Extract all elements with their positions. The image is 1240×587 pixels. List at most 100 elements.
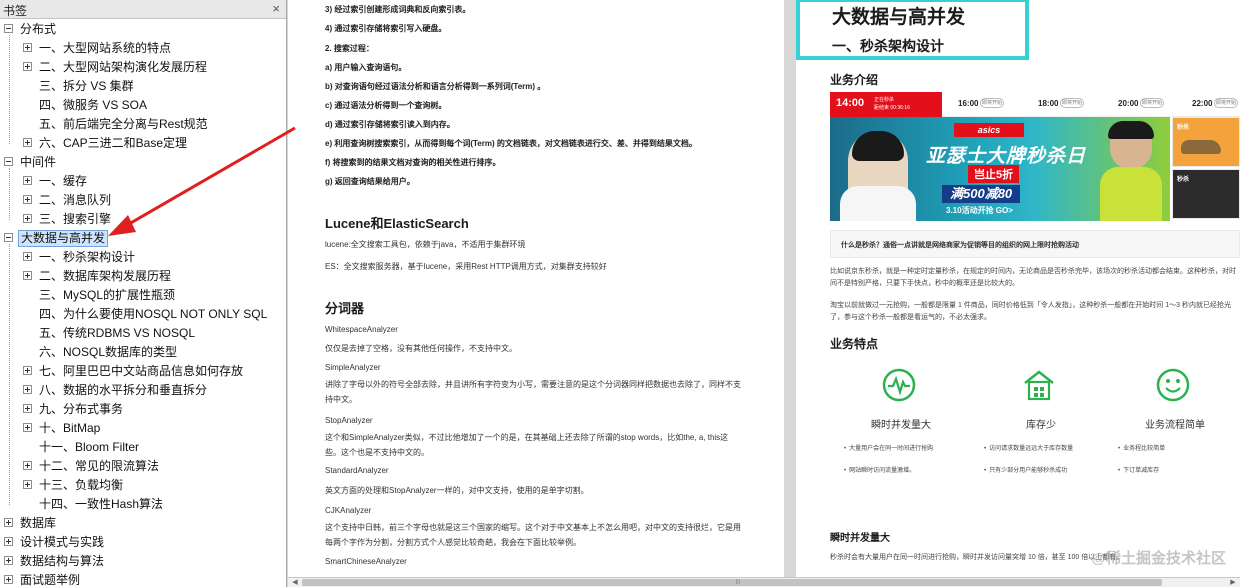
document-viewer[interactable]: 3) 经过索引创建形成词典和反向索引表。 4) 通过索引存储将索引写入硬盘。 2… — [288, 0, 1240, 577]
side-tag: 秒杀 — [1177, 125, 1190, 131]
analyzer-name: StandardAnalyzer — [325, 466, 389, 475]
expand-icon[interactable] — [23, 43, 32, 53]
expand-icon[interactable] — [23, 271, 32, 281]
expand-icon[interactable] — [23, 366, 32, 376]
expand-icon[interactable] — [23, 404, 32, 414]
expand-icon[interactable] — [4, 518, 13, 528]
bookmark-section[interactable]: 大数据与高并发 — [4, 229, 109, 248]
analyzer-name: WhitespaceAnalyzer — [325, 325, 398, 334]
expand-icon[interactable] — [4, 556, 13, 566]
bookmark-label: 数据结构与算法 — [20, 554, 105, 568]
biz-intro-heading: 业务介绍 — [830, 73, 879, 87]
bookmark-item[interactable]: 二、大型网站架构演化发展历程 — [23, 58, 209, 77]
bookmark-section[interactable]: 设计模式与实践 — [4, 533, 106, 552]
expand-icon[interactable] — [23, 214, 32, 224]
active-status: 正在秒杀 — [874, 97, 895, 103]
bookmark-label: 设计模式与实践 — [20, 535, 105, 549]
tree-guide-line — [9, 35, 10, 144]
bookmark-item[interactable]: 五、前后端完全分离与Rest规范 — [23, 115, 210, 134]
intro-paragraph-1: 比如说京东秒杀，就是一种定时定量秒杀，在规定的时间内，无论商品是否秒杀完毕，该场… — [830, 268, 1236, 287]
banner-title: 亚瑟士大牌秒杀日 — [926, 146, 1087, 167]
bookmark-item[interactable]: 三、MySQL的扩展性瓶颈 — [23, 286, 177, 305]
scrollbar-grip-icon: ||| — [736, 579, 740, 585]
side-promo-card: 秒杀 — [1172, 169, 1240, 219]
bookmark-item[interactable]: 十四、一致性Hash算法 — [23, 495, 165, 514]
expand-icon[interactable] — [23, 176, 32, 186]
bookmark-label: 二、大型网站架构演化发展历程 — [39, 60, 208, 74]
bookmark-item[interactable]: 六、CAP三进二和Base定理 — [23, 134, 189, 153]
bookmark-item[interactable]: 一、大型网站系统的特点 — [23, 39, 173, 58]
expand-icon[interactable] — [4, 575, 13, 585]
scroll-right-arrow-icon[interactable]: ▶ — [1228, 578, 1238, 587]
slot-time: 20:00 — [1118, 99, 1139, 108]
bookmark-item[interactable]: 五、传统RDBMS VS NOSQL — [23, 324, 197, 343]
bookmark-item[interactable]: 十三、负载均衡 — [23, 476, 125, 495]
definition-box: 什么是秒杀？通俗一点讲就是网络商家为促销等目的组织的网上限时抢购活动 — [830, 230, 1240, 258]
collapse-icon[interactable] — [4, 24, 13, 34]
bookmark-item[interactable]: 一、秒杀架构设计 — [23, 248, 137, 267]
expand-icon[interactable] — [23, 461, 32, 471]
bookmark-item[interactable]: 二、数据库架构发展历程 — [23, 267, 173, 286]
bookmark-section[interactable]: 数据库 — [4, 514, 58, 533]
bookmark-label: 十四、一致性Hash算法 — [39, 497, 164, 511]
model-image-left — [840, 131, 916, 221]
bookmark-section[interactable]: 面试题举例 — [4, 571, 82, 587]
bookmark-label: 五、前后端完全分离与Rest规范 — [39, 117, 208, 131]
collapse-icon[interactable] — [4, 233, 13, 243]
bookmark-item[interactable]: 三、拆分 VS 集群 — [23, 77, 136, 96]
bookmark-item[interactable]: 一、缓存 — [23, 172, 89, 191]
flash-sale-timebar: 14:00 正在秒杀 距结束 00:36:16 16:00 即将开始 18:00… — [830, 92, 1240, 117]
search-step-f: f) 将搜索到的结果文档对查询的相关性进行排序。 — [325, 158, 501, 167]
expand-icon[interactable] — [23, 62, 32, 72]
pdf-page-left: 3) 经过索引创建形成词典和反向索引表。 4) 通过索引存储将索引写入硬盘。 2… — [288, 0, 784, 577]
expand-icon[interactable] — [23, 423, 32, 433]
page-title: 大数据与高并发 — [832, 7, 966, 28]
bookmark-label: 一、大型网站系统的特点 — [39, 41, 172, 55]
analyzer-name: CJKAnalyzer — [325, 506, 372, 515]
scrollbar-thumb[interactable] — [302, 579, 1162, 586]
pulse-icon — [882, 368, 916, 402]
scroll-left-arrow-icon[interactable]: ◀ — [290, 578, 300, 587]
analyzer-name: SmartChineseAnalyzer — [325, 557, 407, 566]
expand-icon[interactable] — [23, 252, 32, 262]
bookmark-section[interactable]: 数据结构与算法 — [4, 552, 106, 571]
slot-badge: 即将开始 — [1060, 98, 1084, 108]
horizontal-scrollbar[interactable]: ◀ ||| ▶ — [288, 577, 1240, 587]
side-promo-cards: 秒杀 秒杀 — [1172, 117, 1240, 221]
bookmark-label: 六、CAP三进二和Base定理 — [39, 136, 188, 150]
collapse-icon[interactable] — [4, 157, 13, 167]
close-icon[interactable]: × — [272, 1, 280, 16]
slot-time: 22:00 — [1192, 99, 1213, 108]
search-step-c: c) 通过语法分析得到一个查询树。 — [325, 101, 447, 110]
bookmark-item[interactable]: 十一、Bloom Filter — [23, 438, 141, 457]
bookmark-item[interactable]: 四、微服务 VS SOA — [23, 96, 149, 115]
feature-bullet: 下订单减库存 — [1118, 460, 1165, 482]
expand-icon[interactable] — [23, 195, 32, 205]
index-step-4: 4) 通过索引存储将索引写入硬盘。 — [325, 24, 447, 33]
bookmark-section[interactable]: 分布式 — [4, 20, 58, 39]
bookmark-label: 八、数据的水平拆分和垂直拆分 — [39, 383, 208, 397]
bookmark-item[interactable]: 四、为什么要使用NOSQL NOT ONLY SQL — [23, 305, 269, 324]
expand-icon[interactable] — [4, 537, 13, 547]
bookmark-item[interactable]: 二、消息队列 — [23, 191, 113, 210]
bookmark-item[interactable]: 六、NOSQL数据库的类型 — [23, 343, 179, 362]
bookmark-item[interactable]: 七、阿里巴巴中文站商品信息如何存放 — [23, 362, 245, 381]
bookmark-label: 分布式 — [20, 22, 57, 36]
bookmark-item[interactable]: 十二、常见的限流算法 — [23, 457, 161, 476]
section-title: 一、秒杀架构设计 — [832, 38, 944, 54]
slot-time: 18:00 — [1038, 99, 1059, 108]
search-step-e: e) 利用查询树搜索索引，从而得到每个词(Term) 的文档链表，对文档链表进行… — [325, 139, 697, 148]
bookmark-item[interactable]: 三、搜索引擎 — [23, 210, 113, 229]
expand-icon[interactable] — [23, 480, 32, 490]
expand-icon[interactable] — [23, 138, 32, 148]
banner-subtitle: 岂止5折 — [968, 165, 1020, 183]
bookmark-item[interactable]: 十、BitMap — [23, 419, 102, 438]
search-step-g: g) 返回查询结果给用户。 — [325, 177, 415, 186]
bookmark-item[interactable]: 八、数据的水平拆分和垂直拆分 — [23, 381, 209, 400]
bookmark-label: 大数据与高并发 — [18, 230, 109, 247]
bookmark-item[interactable]: 九、分布式事务 — [23, 400, 125, 419]
expand-icon[interactable] — [23, 385, 32, 395]
pdf-page-right: 大数据与高并发 一、秒杀架构设计 业务介绍 14:00 正在秒杀 距结束 00:… — [796, 0, 1240, 577]
bookmark-section[interactable]: 中间件 — [4, 153, 58, 172]
bookmark-label: 三、MySQL的扩展性瓶颈 — [39, 288, 176, 302]
